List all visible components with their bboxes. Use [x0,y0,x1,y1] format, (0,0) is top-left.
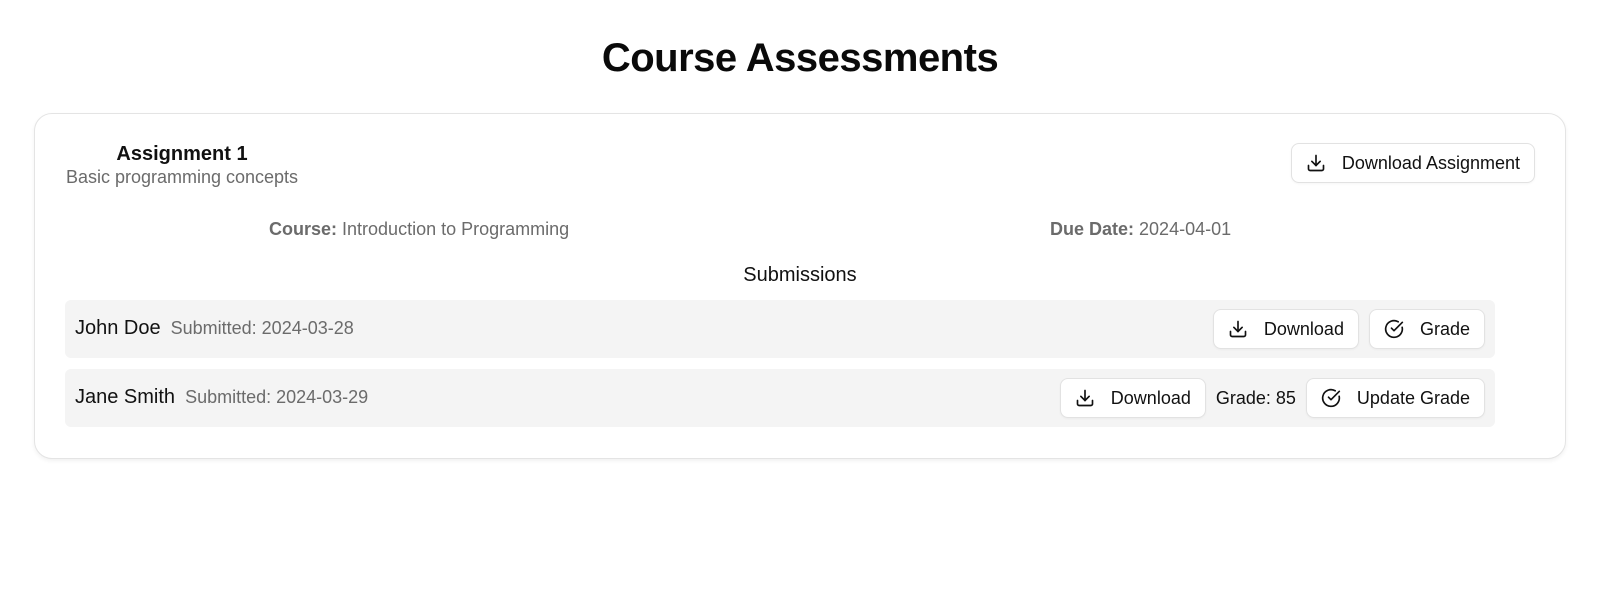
submissions-heading: Submissions [743,264,857,286]
download-submission-button[interactable]: Download [1212,309,1359,349]
submitted-date: Submitted: 2024-03-29 [185,387,369,407]
download-label: Download [1263,318,1344,339]
assignment-title: Assignment 1 [116,143,248,165]
update-grade-label: Update Grade [1356,387,1470,408]
check-circle-icon [1384,319,1404,339]
grade-button-label: Grade [1419,318,1470,339]
submitted-date: Submitted: 2024-03-28 [170,318,354,338]
due-date-info: Due Date: 2024-04-01 [1050,219,1231,240]
student-info: John Doe Submitted: 2024-03-28 [75,317,354,340]
assignment-description: Basic programming concepts [65,167,299,187]
grade-value: Grade: 85 [1215,387,1296,408]
student-name: Jane Smith [75,386,176,408]
page-title: Course Assessments [601,36,999,80]
student-info: Jane Smith Submitted: 2024-03-29 [75,386,368,409]
download-icon [1228,319,1248,339]
grade-button[interactable]: Grade [1368,309,1485,349]
assignment-header: Assignment 1 Basic programming concepts [65,142,299,188]
submission-row: Jane Smith Submitted: 2024-03-29 Downloa… [65,369,1495,427]
download-icon [1306,153,1326,173]
submission-row: John Doe Submitted: 2024-03-28 Download … [65,300,1495,358]
due-date-value: 2024-04-01 [1139,219,1232,239]
student-name: John Doe [75,317,161,339]
course-value: Introduction to Programming [342,219,570,239]
due-date-label: Due Date: [1050,219,1135,239]
check-circle-icon [1321,388,1341,408]
download-icon [1075,388,1095,408]
download-assignment-label: Download Assignment [1341,152,1520,173]
download-submission-button[interactable]: Download [1059,378,1206,418]
update-grade-button[interactable]: Update Grade [1305,378,1485,418]
assignment-card: Assignment 1 Basic programming concepts … [34,113,1566,459]
download-assignment-button[interactable]: Download Assignment [1290,143,1535,183]
row-actions: Download Grade [1212,309,1485,349]
row-actions: Download Grade: 85 Update Grade [1059,378,1485,418]
course-info: Course: Introduction to Programming [269,219,569,240]
course-label: Course: [269,219,338,239]
download-label: Download [1110,387,1191,408]
